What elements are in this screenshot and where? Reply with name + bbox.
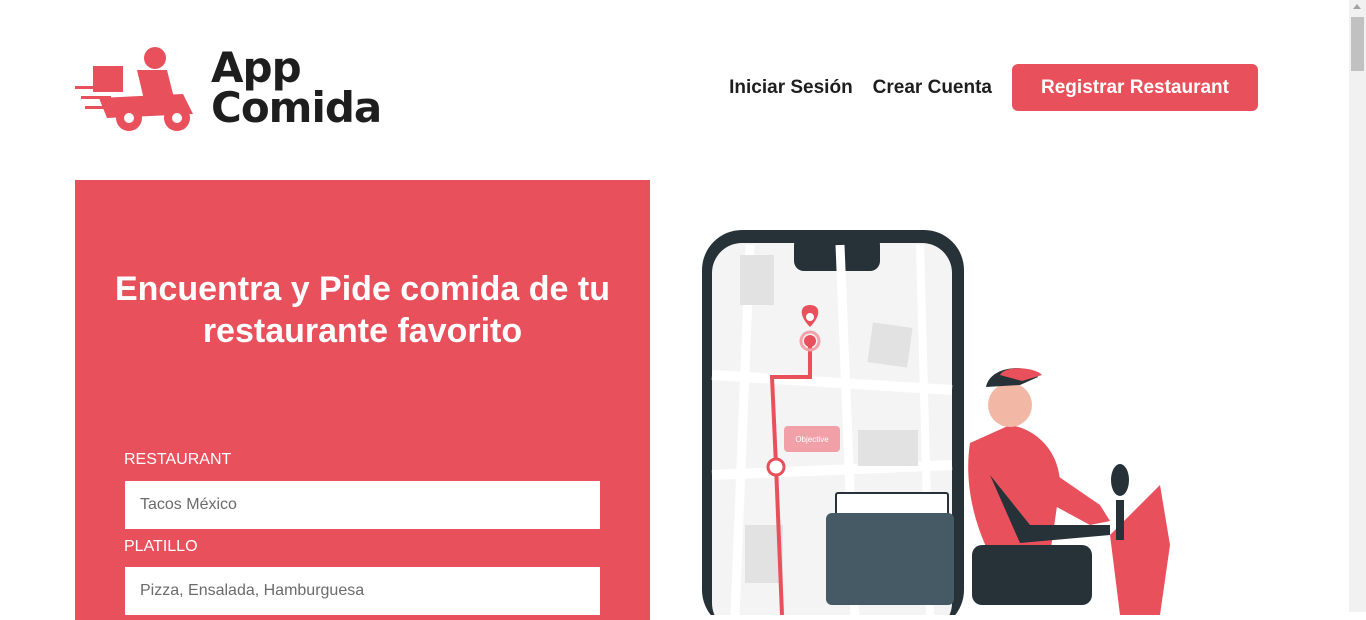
main-nav: Iniciar Sesión Crear Cuenta Registrar Re… xyxy=(709,64,1258,111)
delivery-illustration: Objective xyxy=(702,230,1170,615)
brand-logo[interactable]: App Comida xyxy=(75,40,385,135)
scrollbar-thumb[interactable] xyxy=(1351,17,1364,71)
scroll-up-arrow-icon[interactable] xyxy=(1353,4,1361,9)
signup-link[interactable]: Crear Cuenta xyxy=(873,77,992,99)
search-panel: Encuentra y Pide comida de tu restaurant… xyxy=(75,180,650,620)
page-scrollbar[interactable] xyxy=(1349,0,1366,612)
dish-label: PLATILLO xyxy=(124,538,198,555)
register-restaurant-button[interactable]: Registrar Restaurant xyxy=(1012,64,1258,111)
dish-input[interactable] xyxy=(125,567,600,615)
brand-name: App Comida xyxy=(211,42,382,132)
objective-bubble-text: Objective xyxy=(795,435,829,444)
site-header: App Comida Iniciar Sesión Crear Cuenta R… xyxy=(0,0,1349,170)
restaurant-input[interactable] xyxy=(125,481,600,529)
restaurant-label: RESTAURANT xyxy=(124,451,232,468)
brand-line-2: Comida xyxy=(211,82,382,132)
hero-title: Encuentra y Pide comida de tu restaurant… xyxy=(114,270,610,350)
login-link[interactable]: Iniciar Sesión xyxy=(729,77,853,99)
delivery-scooter-icon xyxy=(75,46,193,131)
brand-line-1: App xyxy=(211,42,302,92)
